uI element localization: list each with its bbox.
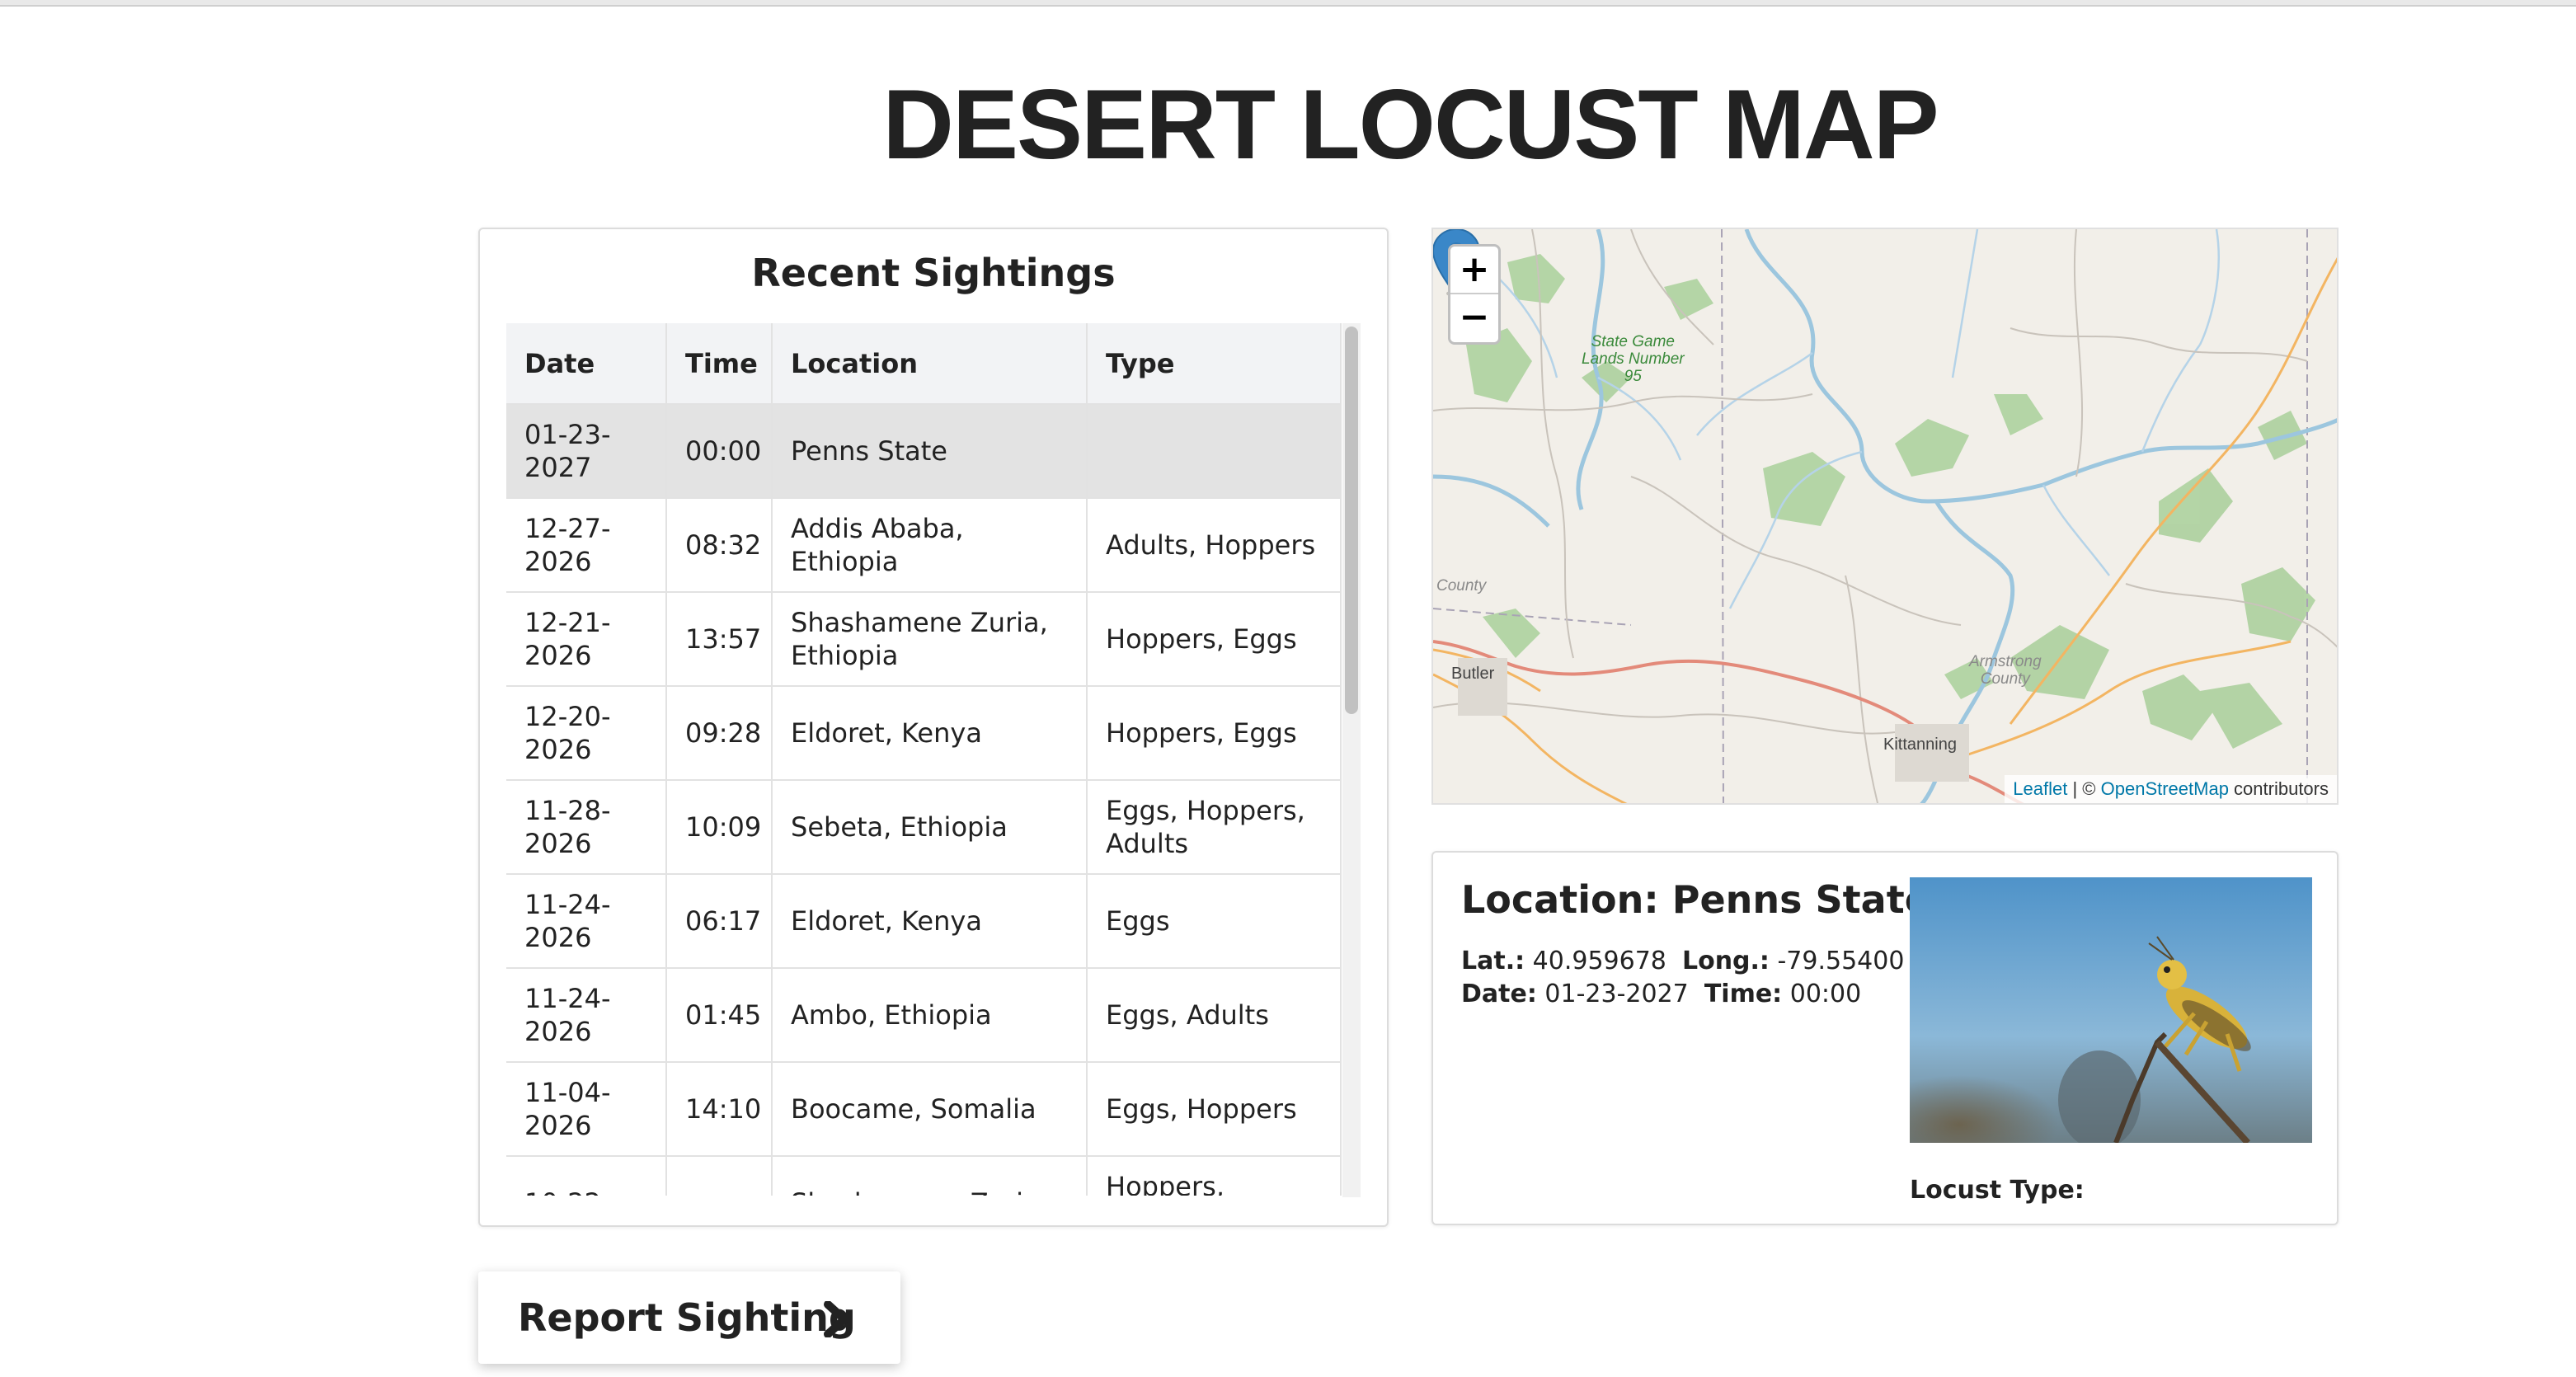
table-row[interactable]: 11-24-2026 01:45 Ambo, Ethiopia Eggs, Ad… — [506, 968, 1342, 1063]
cell-location: Shashamene Zuria, — [772, 1156, 1088, 1196]
zoom-out-button[interactable]: − — [1450, 294, 1498, 342]
cell-date: 12-27-2026 — [506, 498, 667, 593]
sightings-table: Date Time Location Type 01-23-2027 00:00… — [506, 323, 1342, 1196]
detail-location: Location: Penns State — [1461, 877, 1930, 922]
cell-type: Eggs, Adults — [1087, 968, 1342, 1063]
report-sighting-label: Report Sighting — [518, 1295, 856, 1340]
table-row[interactable]: 12-27-2026 08:32 Addis Ababa, Ethiopia A… — [506, 498, 1342, 593]
map-tiles — [1433, 229, 2337, 803]
cell-date: 01-23-2027 — [506, 404, 667, 499]
report-sighting-button[interactable]: Report Sighting — [478, 1271, 900, 1364]
map-attribution: Leaflet | © OpenStreetMap contributors — [2005, 775, 2337, 803]
column-header-time[interactable]: Time — [666, 323, 773, 405]
cell-type — [1087, 404, 1342, 499]
leaflet-link[interactable]: Leaflet — [2013, 778, 2067, 799]
cell-type: Hoppers, Eggs — [1087, 686, 1342, 781]
cell-type: Hoppers, Eggs — [1087, 592, 1342, 687]
cell-time: 09:28 — [666, 686, 773, 781]
cell-location: Addis Ababa, Ethiopia — [772, 498, 1088, 593]
location-value: Penns State — [1671, 877, 1930, 922]
table-row[interactable]: 11-28-2026 10:09 Sebeta, Ethiopia Eggs, … — [506, 780, 1342, 875]
cell-date: 11-28-2026 — [506, 780, 667, 875]
cell-location: Shashamene Zuria, Ethiopia — [772, 592, 1088, 687]
table-row[interactable]: 01-23-2027 00:00 Penns State — [506, 404, 1342, 499]
column-header-date[interactable]: Date — [506, 323, 667, 405]
date-value: 01-23-2027 — [1544, 980, 1689, 1008]
table-row[interactable]: 12-21-2026 13:57 Shashamene Zuria, Ethio… — [506, 592, 1342, 687]
cell-time: 14:10 — [666, 1062, 773, 1157]
cell-type: Eggs, Hoppers — [1087, 1062, 1342, 1157]
cell-type: Adults, Hoppers — [1087, 498, 1342, 593]
column-header-type[interactable]: Type — [1087, 323, 1342, 405]
attribution-separator: | © — [2067, 778, 2101, 799]
browser-top-border — [0, 0, 2576, 7]
cell-date: 10-22- — [506, 1156, 667, 1196]
sightings-table-scroll-area[interactable]: Date Time Location Type 01-23-2027 00:00… — [506, 323, 1357, 1196]
time-value: 00:00 — [1789, 980, 1862, 1008]
cell-location: Eldoret, Kenya — [772, 686, 1088, 781]
cell-time: 13:57 — [666, 592, 773, 687]
cell-type: Hoppers, Adults, — [1087, 1156, 1342, 1196]
cell-location: Boocame, Somalia — [772, 1062, 1088, 1157]
scrollbar-thumb[interactable] — [1345, 327, 1358, 714]
cell-date: 11-24-2026 — [506, 968, 667, 1063]
time-label: Time: — [1704, 980, 1783, 1008]
column-header-location[interactable]: Location — [772, 323, 1088, 405]
sighting-detail-card: Location: Penns State Lat.: 40.959678 Lo… — [1431, 851, 2339, 1225]
cell-time — [666, 1156, 773, 1196]
table-scrollbar[interactable] — [1342, 323, 1361, 1197]
page-title: DESERT LOCUST MAP — [882, 69, 1939, 180]
cell-time: 08:32 — [666, 498, 773, 593]
long-value: -79.55400 — [1777, 947, 1905, 975]
cell-location: Ambo, Ethiopia — [772, 968, 1088, 1063]
cell-date: 12-21-2026 — [506, 592, 667, 687]
date-label: Date: — [1461, 980, 1537, 1008]
cell-date: 12-20-2026 — [506, 686, 667, 781]
lat-label: Lat.: — [1461, 947, 1525, 975]
table-row[interactable]: 12-20-2026 09:28 Eldoret, Kenya Hoppers,… — [506, 686, 1342, 781]
cell-date: 11-24-2026 — [506, 874, 667, 969]
locust-type-label: Locust Type: — [1910, 1176, 2085, 1205]
cell-time: 00:00 — [666, 404, 773, 499]
cell-type: Eggs — [1087, 874, 1342, 969]
cell-time: 10:09 — [666, 780, 773, 875]
map-label-state-game-lands: State Game Lands Number 95 — [1582, 333, 1685, 385]
openstreetmap-link[interactable]: OpenStreetMap — [2101, 778, 2229, 799]
table-row[interactable]: 10-22- Shashamene Zuria, Hoppers, Adults… — [506, 1156, 1342, 1196]
cell-time: 01:45 — [666, 968, 773, 1063]
table-row[interactable]: 11-24-2026 06:17 Eldoret, Kenya Eggs — [506, 874, 1342, 969]
cell-type: Eggs, Hoppers, Adults — [1087, 780, 1342, 875]
location-label: Location: — [1461, 877, 1659, 922]
cell-location: Penns State — [772, 404, 1088, 499]
map-label-butler: Butler — [1451, 665, 1495, 683]
cell-date: 11-04-2026 — [506, 1062, 667, 1157]
lat-value: 40.959678 — [1532, 947, 1666, 975]
zoom-in-button[interactable]: + — [1450, 247, 1498, 294]
detail-coordinates: Lat.: 40.959678 Long.: -79.55400 Date: 0… — [1461, 945, 1904, 1011]
map-view[interactable]: State Game Lands Number 95 County Butler A… — [1431, 228, 2339, 805]
zoom-control: + − — [1448, 244, 1501, 345]
table-row[interactable]: 11-04-2026 14:10 Boocame, Somalia Eggs, … — [506, 1062, 1342, 1157]
locust-photo — [1910, 877, 2312, 1143]
panel-title: Recent Sightings — [751, 251, 1116, 295]
map-label-county: County — [1436, 577, 1487, 595]
long-label: Long.: — [1681, 947, 1770, 975]
attribution-suffix: contributors — [2228, 778, 2329, 799]
cell-location: Sebeta, Ethiopia — [772, 780, 1088, 875]
cell-time: 06:17 — [666, 874, 773, 969]
cell-location: Eldoret, Kenya — [772, 874, 1088, 969]
map-label-kittanning: Kittanning — [1883, 735, 1957, 754]
chevron-right-icon — [824, 1301, 848, 1337]
map-label-armstrong-county: Armstrong County — [1969, 653, 2042, 688]
table-header-row: Date Time Location Type — [506, 323, 1342, 405]
